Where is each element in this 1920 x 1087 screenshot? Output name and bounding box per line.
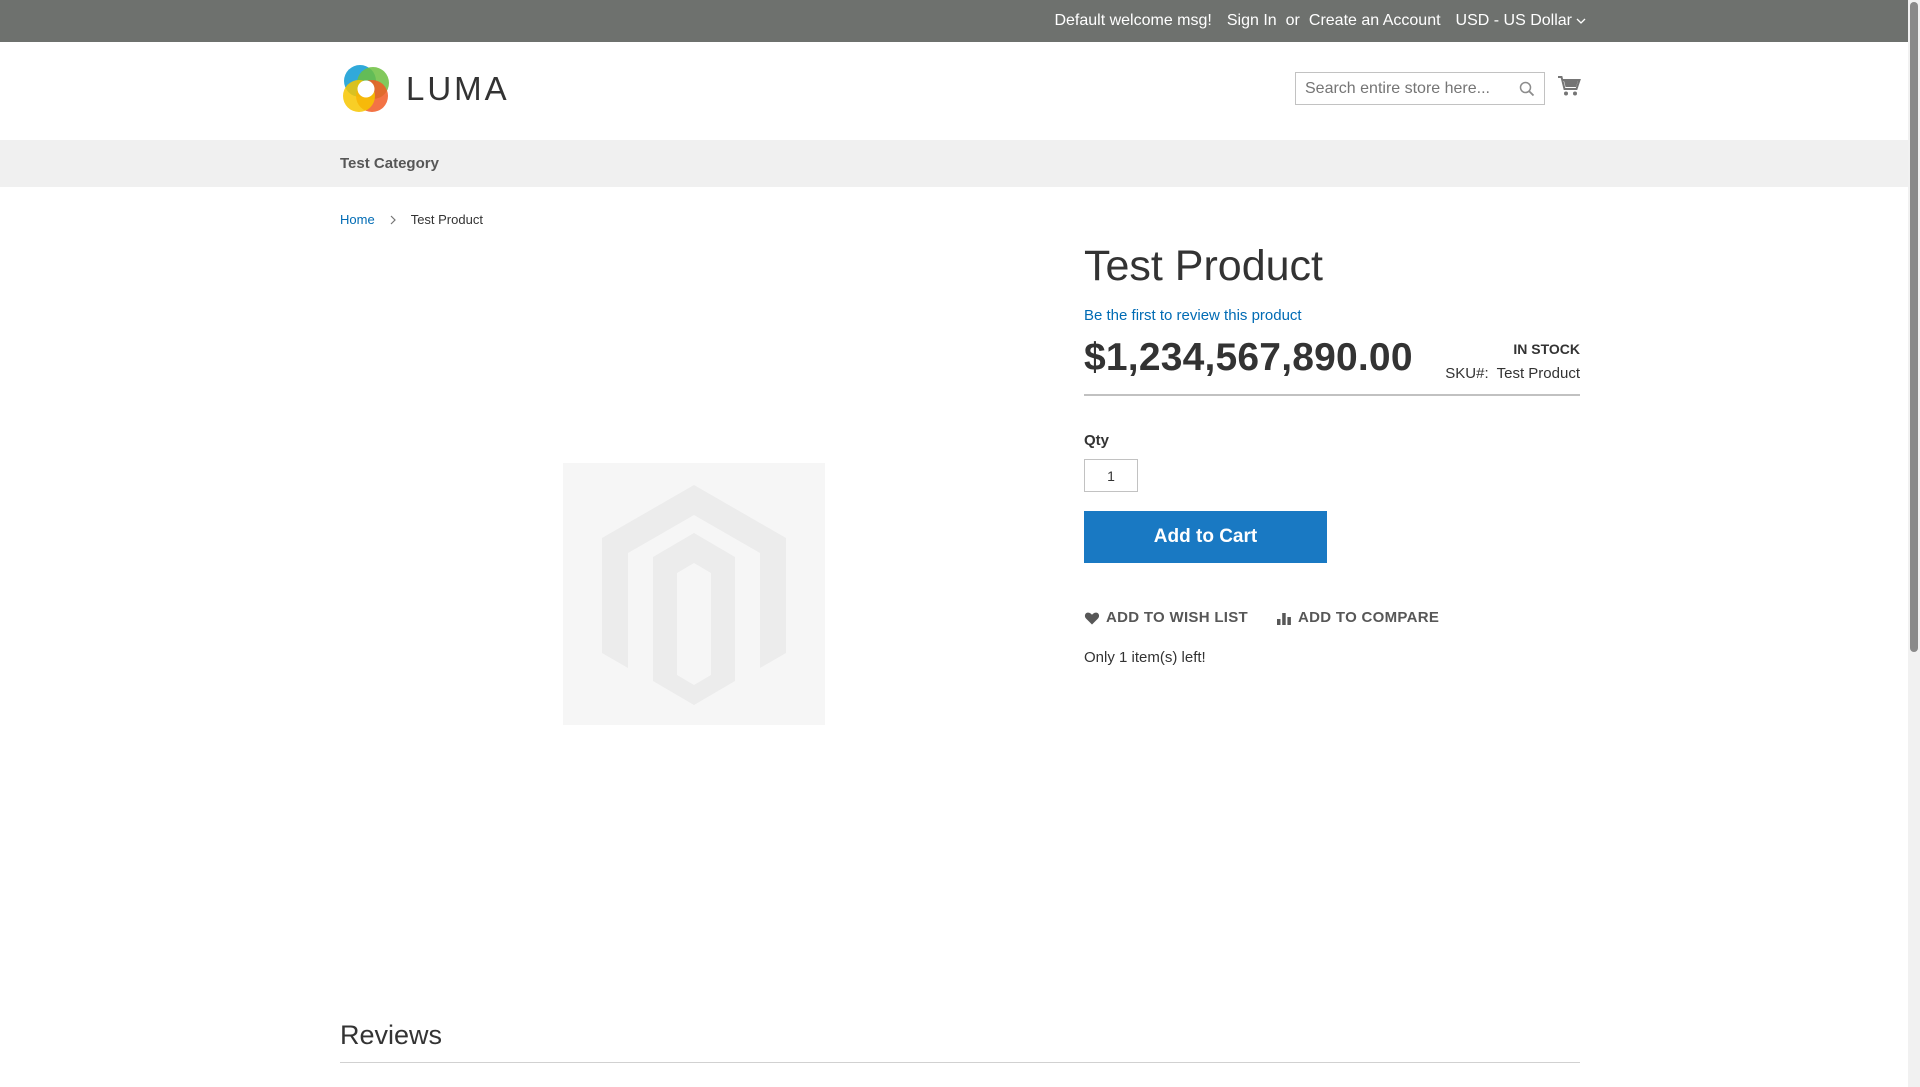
qty-label: Qty <box>1084 432 1110 449</box>
add-to-compare-label: Add to Compare <box>1298 609 1440 626</box>
logo-text: LUMA <box>406 70 510 107</box>
sign-in-link[interactable]: Sign In <box>1227 12 1277 30</box>
breadcrumb-current: Test Product <box>410 212 483 227</box>
stock-left-message: Only 1 item(s) left! <box>1084 649 1206 666</box>
currency-switcher[interactable]: USD - US Dollar <box>1456 12 1586 30</box>
top-panel: Default welcome msg! Sign In or Create a… <box>0 0 1908 42</box>
reviews-divider <box>340 1062 1580 1063</box>
main-navigation: Test Category <box>0 140 1908 187</box>
add-to-wishlist-link[interactable]: Add to Wish List <box>1084 609 1248 626</box>
product-price: $1,234,567,890.00 <box>1084 336 1413 379</box>
luma-logo-icon <box>343 65 389 112</box>
magento-placeholder-icon <box>602 485 786 705</box>
shopping-cart-icon[interactable] <box>1557 75 1581 97</box>
or-text: or <box>1285 12 1300 29</box>
currency-label: USD - US Dollar <box>1455 12 1572 29</box>
scrollbar-thumb[interactable] <box>1910 2 1918 652</box>
welcome-message: Default welcome msg! <box>1054 12 1212 29</box>
add-to-compare-link[interactable]: Add to Compare <box>1276 609 1439 626</box>
product-image-placeholder[interactable] <box>563 463 825 725</box>
chevron-down-icon <box>1576 18 1586 24</box>
add-to-cart-button[interactable]: Add to Cart <box>1084 511 1327 563</box>
product-info: Test Product Be the first to review this… <box>1084 240 1580 666</box>
create-account-link[interactable]: Create an Account <box>1309 12 1441 30</box>
site-header: LUMA <box>0 42 1908 140</box>
page-scrollbar[interactable] <box>1908 0 1920 1087</box>
reviews-title: Reviews <box>340 1020 443 1050</box>
add-to-wishlist-label: Add to Wish List <box>1106 609 1249 626</box>
heart-icon <box>1084 612 1100 624</box>
breadcrumb: Home Test Product <box>340 212 483 227</box>
chevron-right-icon <box>390 215 396 224</box>
sku: SKU#: Test Product <box>1445 365 1580 382</box>
stock-status: In stock <box>1513 341 1580 357</box>
product-title: Test Product <box>1084 242 1323 290</box>
search-box <box>1295 72 1545 105</box>
panel-links: Default welcome msg! Sign In or Create a… <box>1054 0 1586 42</box>
breadcrumb-home-link[interactable]: Home <box>340 212 375 227</box>
sku-value: Test Product <box>1496 365 1580 382</box>
bar-chart-icon <box>1277 612 1291 625</box>
logo[interactable]: LUMA <box>340 63 510 115</box>
nav-item-test-category[interactable]: Test Category <box>340 140 439 187</box>
search-icon[interactable] <box>1519 81 1535 97</box>
price-divider <box>1084 394 1580 396</box>
product-actions: Add to Wish List Add to Compare <box>1084 609 1439 626</box>
qty-input[interactable] <box>1084 459 1138 492</box>
sku-label: SKU#: <box>1445 365 1489 382</box>
review-link[interactable]: Be the first to review this product <box>1084 307 1302 324</box>
search-input[interactable] <box>1296 73 1506 104</box>
